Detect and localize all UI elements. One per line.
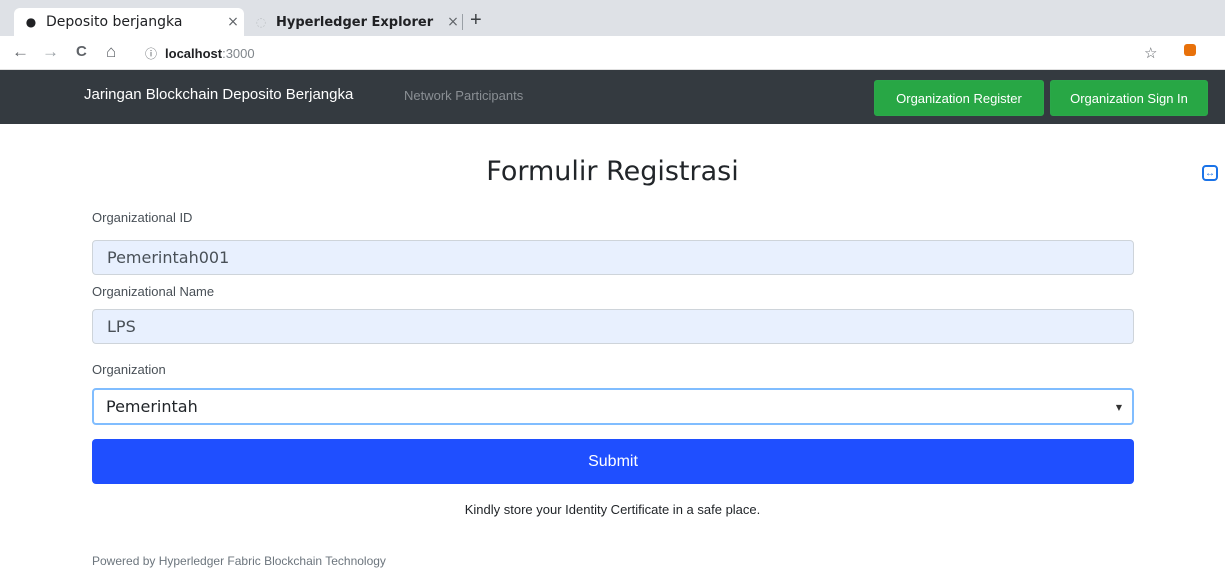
- submit-button[interactable]: Submit: [92, 439, 1134, 484]
- tab-close-icon[interactable]: ×: [442, 14, 464, 30]
- organization-register-button[interactable]: Organization Register: [874, 80, 1044, 116]
- organization-sign-in-button[interactable]: Organization Sign In: [1050, 80, 1208, 116]
- reload-icon[interactable]: C: [76, 42, 87, 62]
- org-name-input[interactable]: LPS: [92, 309, 1134, 344]
- organization-select-value: Pemerintah: [106, 397, 198, 416]
- tab-hyperledger-explorer[interactable]: ◌ Hyperledger Explorer ×: [244, 8, 464, 36]
- certificate-note: Kindly store your Identity Certificate i…: [464, 502, 761, 517]
- url-host: localhost: [165, 46, 223, 61]
- tab-deposito[interactable]: ● Deposito berjangka ×: [14, 8, 244, 36]
- globe-icon: ●: [25, 15, 37, 29]
- page-icon: ◌: [255, 15, 267, 29]
- browser-toolbar: ← → C ⌂ ⓘ localhost :3000: [0, 36, 1225, 70]
- navbar-brand[interactable]: Jaringan Blockchain Deposito Berjangka: [84, 86, 353, 103]
- chevron-down-icon: ▼: [1115, 403, 1122, 412]
- home-icon[interactable]: ⌂: [106, 42, 116, 62]
- info-icon[interactable]: ⓘ: [145, 45, 157, 62]
- org-id-input[interactable]: Pemerintah001: [92, 240, 1134, 275]
- tab-divider: [462, 14, 463, 30]
- page-title: Formulir Registrasi: [486, 156, 739, 187]
- organization-label: Organization: [92, 362, 166, 377]
- address-bar[interactable]: ⓘ localhost :3000: [145, 45, 255, 62]
- organization-select[interactable]: Pemerintah ▼: [92, 388, 1134, 425]
- new-tab-button[interactable]: +: [470, 10, 482, 30]
- bookmark-star-icon[interactable]: ☆: [1144, 44, 1157, 62]
- extension-icon[interactable]: [1184, 44, 1196, 56]
- remote-control-icon[interactable]: ↔: [1202, 165, 1218, 181]
- nav-link-network-participants[interactable]: Network Participants: [404, 88, 523, 103]
- back-icon[interactable]: ←: [12, 42, 29, 62]
- tab-title: Deposito berjangka: [46, 14, 183, 30]
- tab-title: Hyperledger Explorer: [276, 14, 434, 30]
- org-id-label: Organizational ID: [92, 210, 193, 225]
- org-name-label: Organizational Name: [92, 284, 215, 299]
- url-port: :3000: [222, 46, 255, 61]
- forward-icon[interactable]: →: [42, 42, 59, 62]
- tab-close-icon[interactable]: ×: [222, 14, 244, 30]
- browser-tab-strip: ● Deposito berjangka × ◌ Hyperledger Exp…: [0, 0, 1225, 36]
- footer-text: Powered by Hyperledger Fabric Blockchain…: [92, 554, 386, 568]
- app-navbar: Jaringan Blockchain Deposito Berjangka N…: [0, 70, 1225, 124]
